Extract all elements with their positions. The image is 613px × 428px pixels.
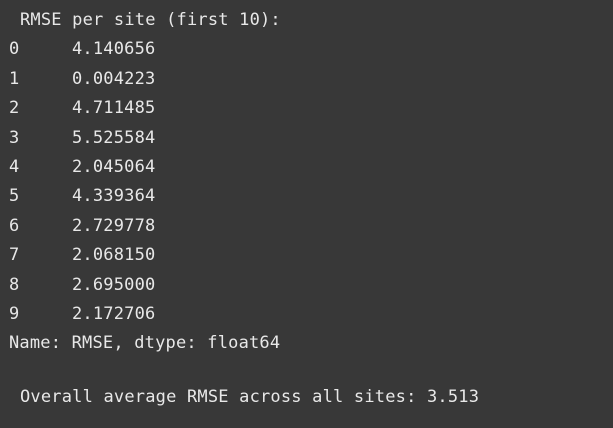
row-index: 6 (9, 215, 20, 236)
series-row: 4 2.045064 (9, 153, 613, 182)
row-index: 4 (9, 156, 20, 177)
cell-output: RMSE per site (first 10): 0 4.140656 1 0… (0, 0, 613, 428)
row-value: 0.004223 (72, 68, 156, 89)
series-row: 6 2.729778 (9, 212, 613, 241)
row-value: 4.140656 (72, 39, 156, 60)
row-value: 2.695000 (72, 274, 156, 295)
series-row: 8 2.695000 (9, 271, 613, 300)
row-value: 4.339364 (72, 186, 156, 207)
summary-line: Overall average RMSE across all sites: 3… (20, 386, 480, 407)
row-index: 7 (9, 245, 20, 266)
row-value: 2.729778 (72, 215, 156, 236)
row-value: 5.525584 (72, 127, 156, 148)
output-header: RMSE per site (first 10): (20, 10, 281, 30)
row-index: 3 (9, 127, 20, 148)
row-index: 5 (9, 186, 20, 207)
row-index: 0 (9, 39, 20, 60)
series-row: 7 2.068150 (9, 241, 613, 270)
series-row: 2 4.711485 (9, 94, 613, 123)
row-index: 9 (9, 303, 20, 324)
series-row: 3 5.525584 (9, 124, 613, 153)
row-value: 2.068150 (72, 245, 156, 266)
series-footer: Name: RMSE, dtype: float64 (9, 333, 281, 354)
series-row: 1 0.004223 (9, 65, 613, 94)
row-value: 2.045064 (72, 156, 156, 177)
row-index: 8 (9, 274, 20, 295)
row-index: 1 (9, 68, 20, 89)
row-value: 4.711485 (72, 98, 156, 119)
row-index: 2 (9, 98, 20, 119)
series-row: 0 4.140656 (9, 35, 613, 64)
series-row: 5 4.339364 (9, 182, 613, 211)
series-row: 9 2.172706 (9, 300, 613, 329)
row-value: 2.172706 (72, 303, 156, 324)
